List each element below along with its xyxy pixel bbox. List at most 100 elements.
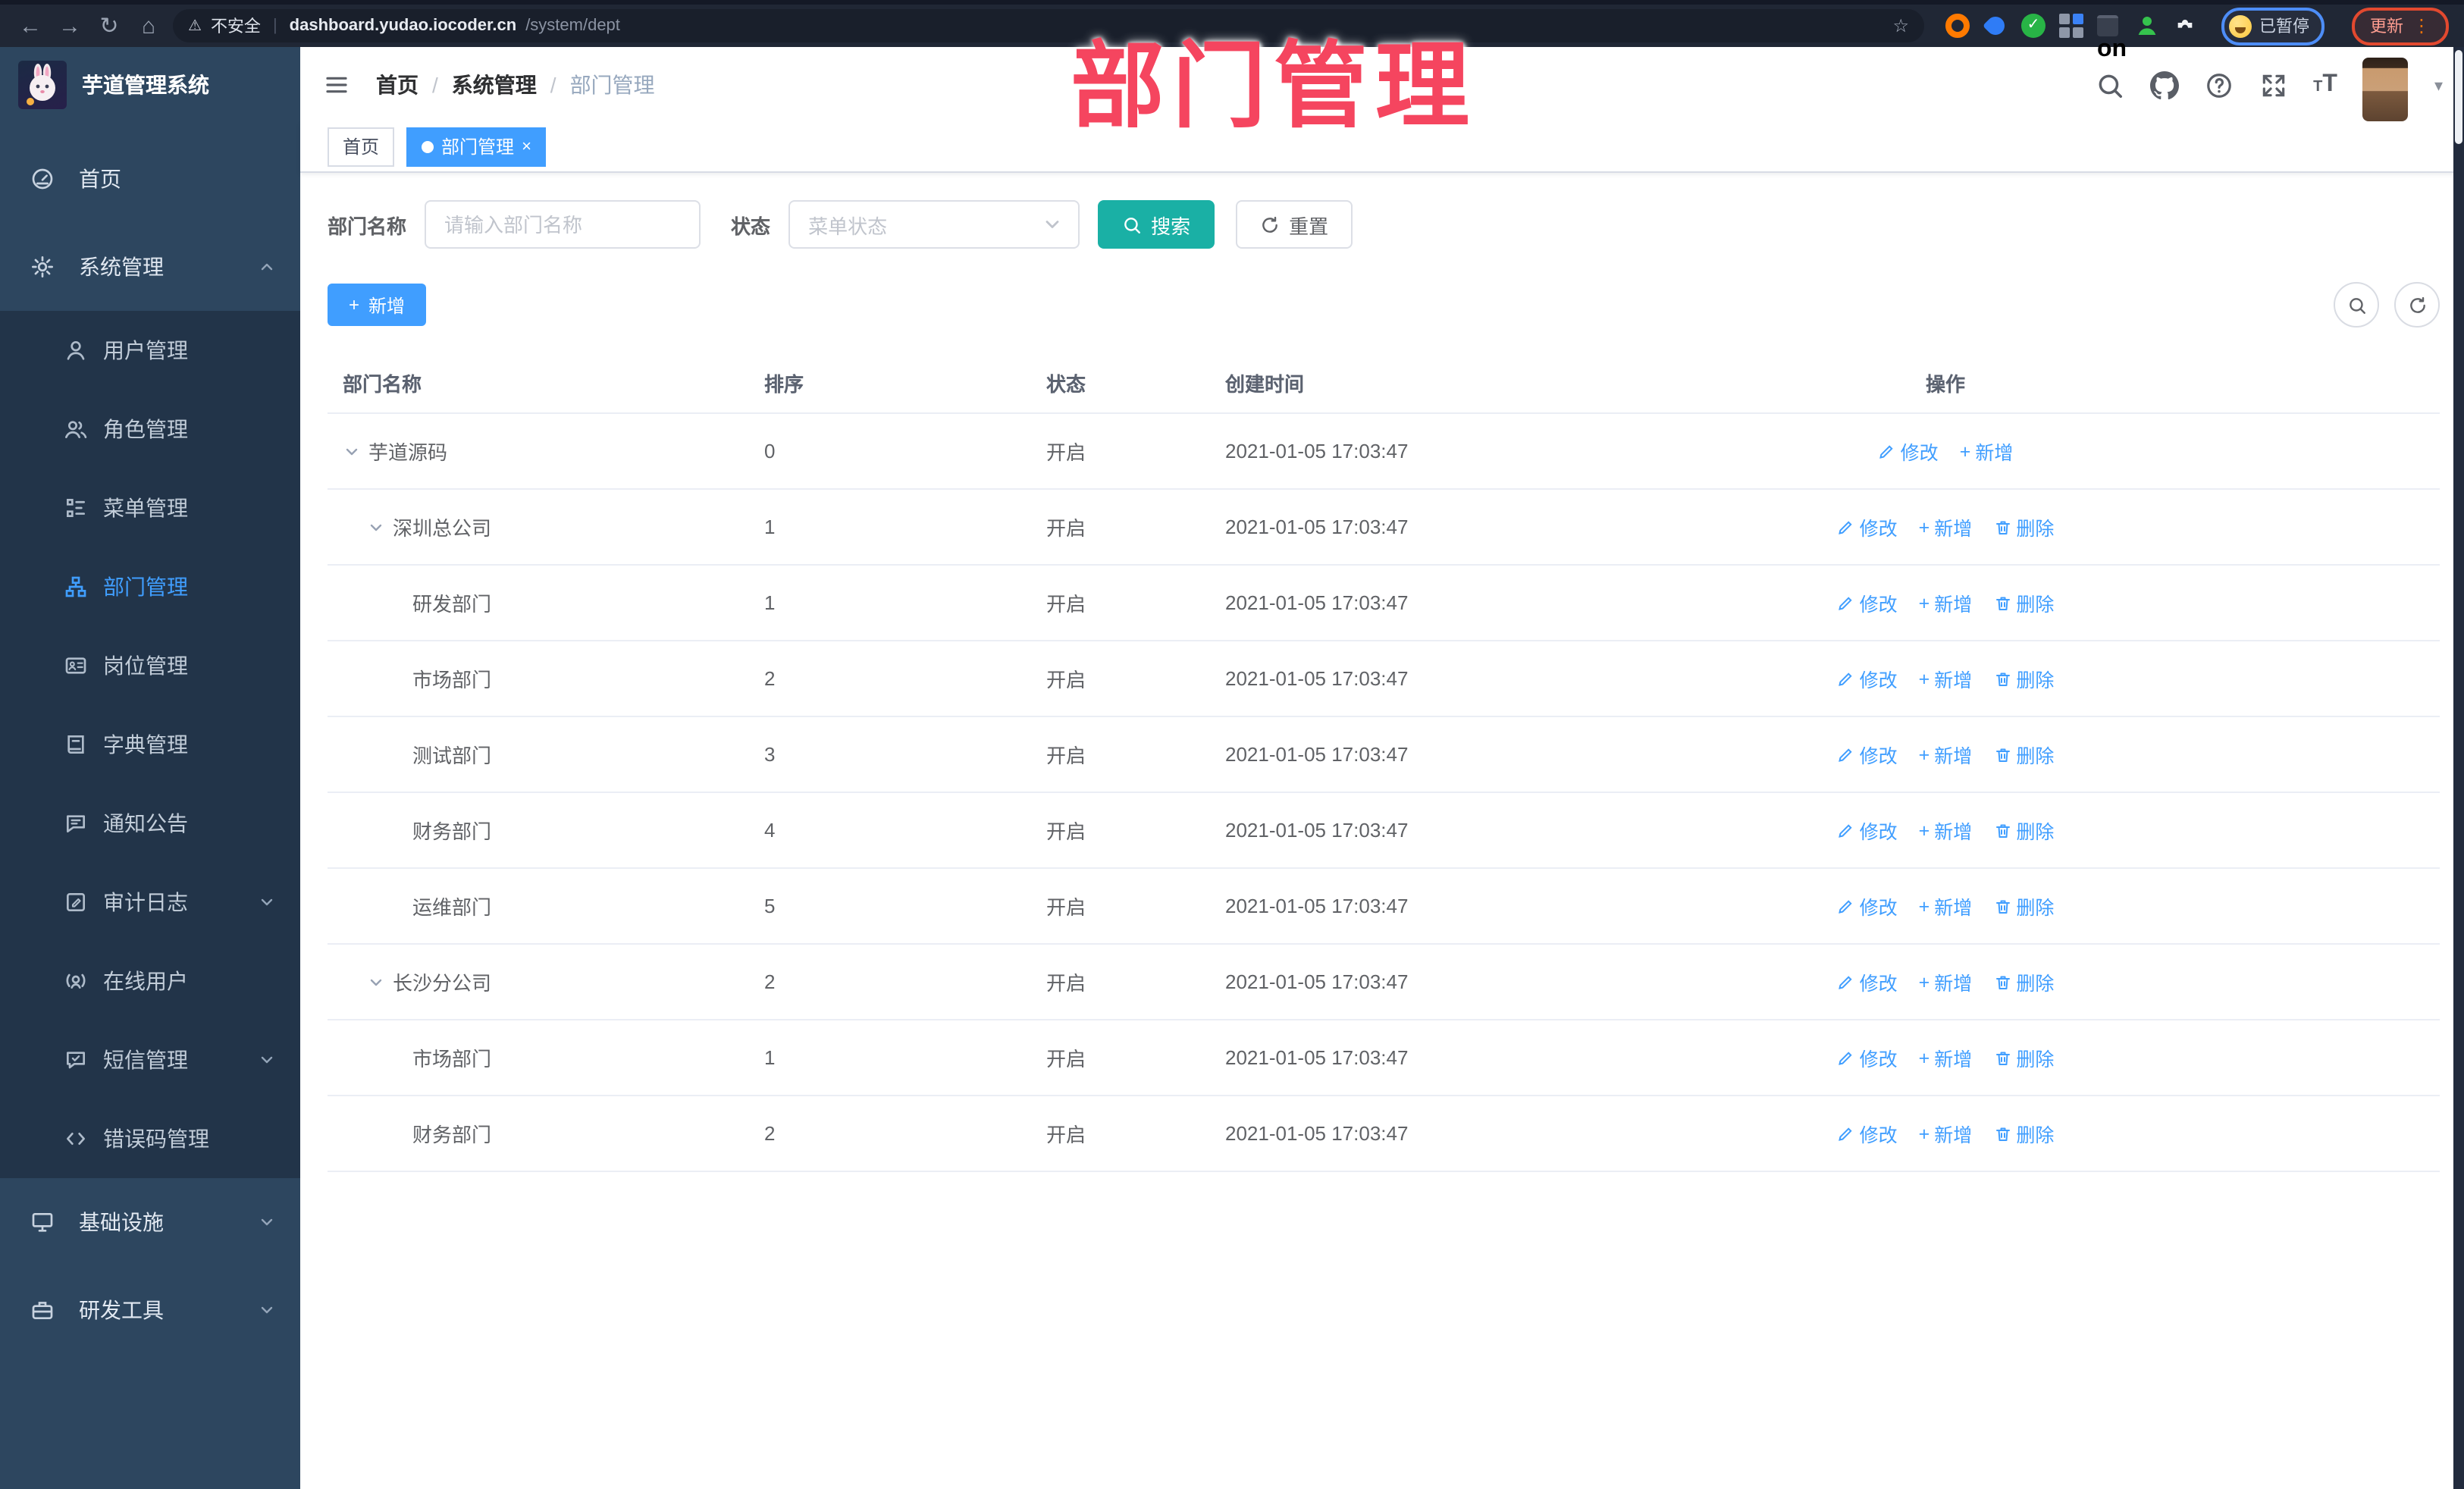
extension-drop-icon[interactable] bbox=[1983, 13, 2008, 39]
delete-link[interactable]: 删除 bbox=[1993, 892, 2054, 920]
security-label[interactable]: 不安全 bbox=[211, 14, 261, 38]
table-row[interactable]: 财务部门 2 开启 2021-01-05 17:03:47 修改 + 新增 删除 bbox=[328, 1096, 2440, 1172]
table-row[interactable]: 深圳总公司 1 开启 2021-01-05 17:03:47 修改 + 新增 删除 bbox=[328, 490, 2440, 566]
browser-home-icon[interactable]: ⌂ bbox=[133, 13, 164, 39]
extension-person-icon[interactable] bbox=[2135, 14, 2159, 38]
extensions-puzzle-icon[interactable] bbox=[2173, 14, 2197, 38]
scrollbar-thumb[interactable] bbox=[2455, 50, 2462, 144]
breadcrumb-system[interactable]: 系统管理 bbox=[452, 70, 537, 100]
table-row[interactable]: 长沙分公司 2 开启 2021-01-05 17:03:47 修改 + 新增 删除 bbox=[328, 945, 2440, 1020]
breadcrumb-home[interactable]: 首页 bbox=[376, 70, 419, 100]
dept-name-input[interactable] bbox=[425, 200, 701, 249]
add-child-link[interactable]: + 新增 bbox=[1919, 816, 1973, 845]
sidebar-item-menus[interactable]: 菜单管理 bbox=[0, 469, 300, 547]
browser-update-button[interactable]: 更新 ⋮ bbox=[2352, 7, 2449, 45]
sidebar-item-roles[interactable]: 角色管理 bbox=[0, 390, 300, 469]
add-child-link[interactable]: + 新增 bbox=[1919, 1119, 1973, 1148]
edit-link[interactable]: 修改 bbox=[1878, 437, 1939, 466]
chevron-down-icon bbox=[258, 1213, 276, 1231]
edit-link[interactable]: 修改 bbox=[1837, 588, 1898, 617]
tab-dept-management[interactable]: 部门管理 × bbox=[406, 127, 547, 167]
sidebar-item-online-users[interactable]: 在线用户 bbox=[0, 942, 300, 1020]
delete-link[interactable]: 删除 bbox=[1993, 588, 2054, 617]
add-child-link[interactable]: + 新增 bbox=[1919, 892, 1973, 920]
add-child-link[interactable]: + 新增 bbox=[1960, 437, 2014, 466]
search-icon[interactable] bbox=[2095, 71, 2124, 99]
sidebar-item-infrastructure[interactable]: 基础设施 bbox=[0, 1178, 300, 1266]
sidebar-item-home[interactable]: 首页 bbox=[0, 135, 300, 223]
delete-link[interactable]: 删除 bbox=[1993, 967, 2054, 996]
tab-home[interactable]: 首页 bbox=[328, 127, 395, 167]
delete-link[interactable]: 删除 bbox=[1993, 513, 2054, 541]
add-child-link[interactable]: + 新增 bbox=[1919, 1043, 1973, 1072]
delete-link[interactable]: 删除 bbox=[1993, 1043, 2054, 1072]
sidebar-item-users[interactable]: 用户管理 bbox=[0, 311, 300, 390]
extension-check-icon[interactable]: ✓ bbox=[2021, 14, 2045, 38]
github-icon[interactable] bbox=[2149, 71, 2178, 99]
extension-adblock-icon[interactable]: on bbox=[2097, 14, 2127, 62]
add-child-link[interactable]: + 新增 bbox=[1919, 588, 1973, 617]
avatar-caret-down-icon[interactable]: ▾ bbox=[2434, 75, 2443, 95]
add-child-link[interactable]: + 新增 bbox=[1919, 513, 1973, 541]
table-row[interactable]: 芋道源码 0 开启 2021-01-05 17:03:47 修改 + 新增 bbox=[328, 414, 2440, 490]
table-row[interactable]: 测试部门 3 开启 2021-01-05 17:03:47 修改 + 新增 删除 bbox=[328, 717, 2440, 793]
extension-grid-icon[interactable] bbox=[2059, 14, 2083, 38]
sidebar-item-departments[interactable]: 部门管理 bbox=[0, 547, 300, 626]
delete-link[interactable]: 删除 bbox=[1993, 740, 2054, 769]
edit-link[interactable]: 修改 bbox=[1837, 664, 1898, 693]
close-tab-icon[interactable]: × bbox=[522, 129, 531, 165]
toggle-search-button[interactable] bbox=[2334, 282, 2379, 328]
user-avatar[interactable] bbox=[2362, 58, 2409, 121]
fullscreen-icon[interactable] bbox=[2259, 71, 2287, 99]
reset-button[interactable]: 重置 bbox=[1236, 200, 1353, 249]
address-bar[interactable]: ⚠ 不安全 | dashboard.yudao.iocoder.cn /syst… bbox=[173, 9, 1924, 42]
edit-link[interactable]: 修改 bbox=[1837, 967, 1898, 996]
sidebar-item-dict[interactable]: 字典管理 bbox=[0, 705, 300, 784]
edit-link[interactable]: 修改 bbox=[1837, 513, 1898, 541]
table-row[interactable]: 市场部门 2 开启 2021-01-05 17:03:47 修改 + 新增 删除 bbox=[328, 641, 2440, 717]
extension-ring-icon[interactable] bbox=[1945, 14, 1970, 38]
refresh-table-button[interactable] bbox=[2394, 282, 2440, 328]
add-child-link[interactable]: + 新增 bbox=[1919, 664, 1973, 693]
expand-caret-icon[interactable] bbox=[367, 973, 385, 991]
sidebar-item-dev-tools[interactable]: 研发工具 bbox=[0, 1266, 300, 1354]
scrollbar[interactable] bbox=[2453, 47, 2464, 1489]
profile-emoji-avatar bbox=[2229, 14, 2252, 37]
sidebar-item-audit-log[interactable]: 审计日志 bbox=[0, 863, 300, 942]
edit-link[interactable]: 修改 bbox=[1837, 1043, 1898, 1072]
sidebar-item-notice[interactable]: 通知公告 bbox=[0, 784, 300, 863]
edit-link[interactable]: 修改 bbox=[1837, 892, 1898, 920]
search-button[interactable]: 搜索 bbox=[1098, 200, 1215, 249]
delete-link[interactable]: 删除 bbox=[1993, 664, 2054, 693]
app-logo-row[interactable]: 芋道管理系统 bbox=[0, 47, 300, 123]
edit-link[interactable]: 修改 bbox=[1837, 740, 1898, 769]
sidebar-item-sms[interactable]: 短信管理 bbox=[0, 1020, 300, 1099]
edit-link[interactable]: 修改 bbox=[1837, 816, 1898, 845]
delete-link[interactable]: 删除 bbox=[1993, 816, 2054, 845]
table-row[interactable]: 财务部门 4 开启 2021-01-05 17:03:47 修改 + 新增 删除 bbox=[328, 793, 2440, 869]
expand-caret-icon[interactable] bbox=[367, 518, 385, 536]
hamburger-icon[interactable] bbox=[321, 73, 352, 97]
table-row[interactable]: 市场部门 1 开启 2021-01-05 17:03:47 修改 + 新增 删除 bbox=[328, 1020, 2440, 1096]
browser-back-icon[interactable]: ← bbox=[15, 13, 45, 39]
browser-forward-icon[interactable]: → bbox=[55, 13, 85, 39]
table-row[interactable]: 运维部门 5 开启 2021-01-05 17:03:47 修改 + 新增 删除 bbox=[328, 869, 2440, 945]
browser-menu-icon[interactable]: ⋮ bbox=[2412, 15, 2431, 36]
add-child-link[interactable]: + 新增 bbox=[1919, 740, 1973, 769]
bookmark-star-icon[interactable]: ☆ bbox=[1892, 15, 1909, 36]
sidebar-item-error-codes[interactable]: 错误码管理 bbox=[0, 1099, 300, 1178]
browser-reload-icon[interactable]: ↻ bbox=[94, 12, 124, 39]
sidebar-item-system[interactable]: 系统管理 bbox=[0, 223, 300, 311]
add-child-link[interactable]: + 新增 bbox=[1919, 967, 1973, 996]
browser-profile-chip[interactable]: 已暂停 bbox=[2221, 7, 2324, 45]
expand-caret-icon[interactable] bbox=[343, 442, 361, 460]
delete-link[interactable]: 删除 bbox=[1993, 1119, 2054, 1148]
sidebar-item-posts[interactable]: 岗位管理 bbox=[0, 626, 300, 705]
font-size-icon[interactable]: TT bbox=[2313, 72, 2337, 97]
add-button[interactable]: + 新增 bbox=[328, 284, 427, 326]
table-row[interactable]: 研发部门 1 开启 2021-01-05 17:03:47 修改 + 新增 删除 bbox=[328, 566, 2440, 641]
edit-link[interactable]: 修改 bbox=[1837, 1119, 1898, 1148]
status-select[interactable]: 菜单状态 bbox=[788, 200, 1080, 249]
breadcrumb-separator: / bbox=[432, 73, 438, 97]
help-icon[interactable] bbox=[2204, 71, 2233, 99]
